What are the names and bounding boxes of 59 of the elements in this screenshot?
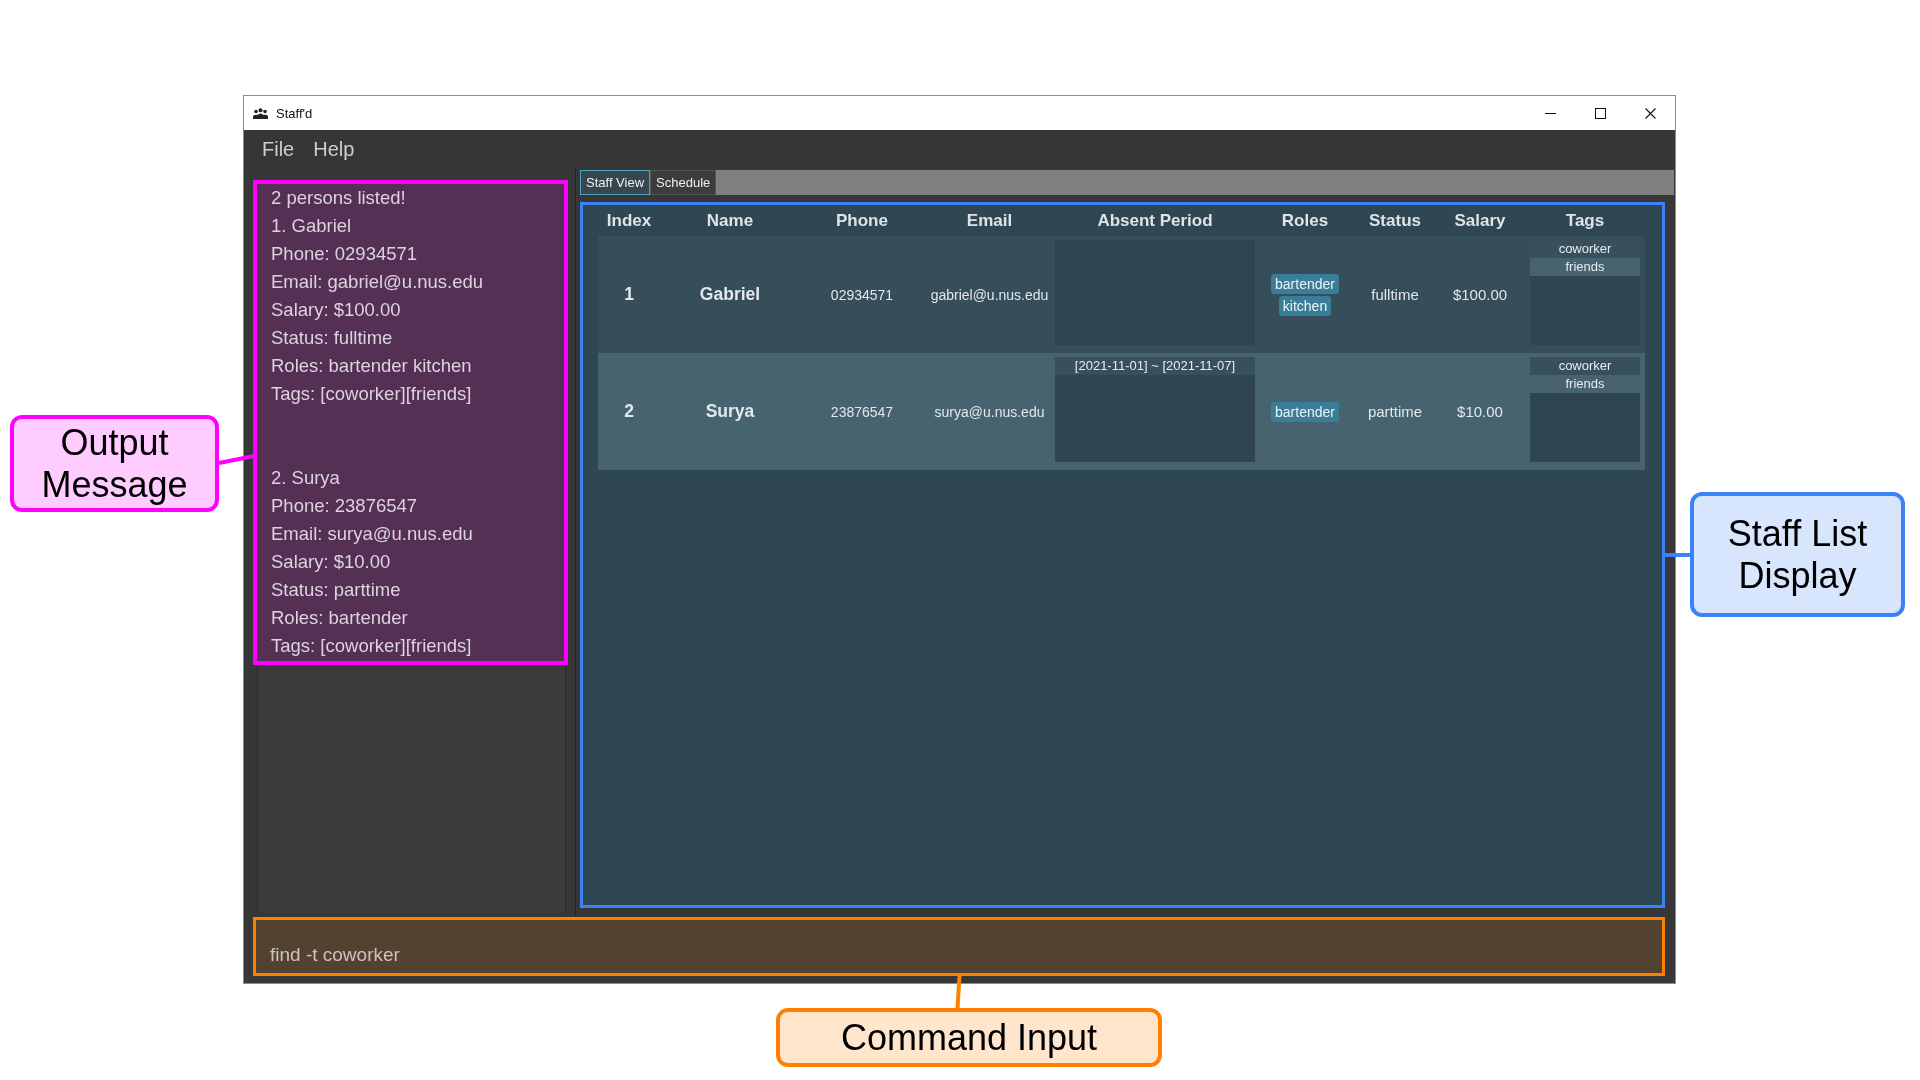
role-tag: kitchen xyxy=(1278,295,1332,316)
callout-label: Staff List Display xyxy=(1690,492,1905,617)
column-header[interactable]: Index xyxy=(606,210,652,231)
tab[interactable]: Staff View xyxy=(580,170,651,195)
message-line: 2 persons listed! xyxy=(271,186,407,210)
maximize-icon xyxy=(1594,107,1606,119)
minimize-icon xyxy=(1544,112,1556,114)
salary-cell: $10.00 xyxy=(1457,403,1503,420)
staff-row[interactable]: 1 Gabriel 02934571 gabriel@u.nus.edu bartender kitchen fulltime $100.00 coworker friends xyxy=(598,236,1645,353)
column-header[interactable]: Salary xyxy=(1454,210,1506,231)
absent-period-item[interactable]: [2021-11-01] ~ [2021-11-07] xyxy=(1055,357,1255,375)
message-line: Email: surya@u.nus.edu xyxy=(271,522,474,546)
role-tag: bartender xyxy=(1271,273,1339,294)
message-line: Roles: bartender kitchen xyxy=(271,354,473,378)
tag-item[interactable]: friends xyxy=(1530,258,1640,276)
name-cell: Surya xyxy=(705,401,755,422)
message-line: Email: gabriel@u.nus.edu xyxy=(271,270,485,294)
command-input[interactable]: find -t coworker xyxy=(253,917,1665,976)
tag-item[interactable]: coworker xyxy=(1530,357,1640,375)
status-cell: fulltime xyxy=(1371,286,1419,303)
people-icon xyxy=(253,107,268,119)
callout-label: Output Message xyxy=(10,415,219,512)
message-line: Phone: 23876547 xyxy=(271,494,419,518)
message-line: Salary: $10.00 xyxy=(271,550,392,574)
email-cell: gabriel@u.nus.edu xyxy=(930,286,1049,303)
message-line: Tags: [coworker][friends] xyxy=(271,382,473,406)
message-line: Roles: bartender xyxy=(271,606,409,630)
column-header[interactable]: Roles xyxy=(1281,210,1329,231)
phone-cell: 23876547 xyxy=(830,403,894,420)
column-header[interactable]: Name xyxy=(706,210,754,231)
status-cell: parttime xyxy=(1367,403,1423,420)
column-header[interactable]: Tags xyxy=(1565,210,1605,231)
close-icon xyxy=(1644,107,1656,119)
message-line: Phone: 02934571 xyxy=(271,242,419,266)
message-line: Tags: [coworker][friends] xyxy=(271,634,473,658)
column-header[interactable]: Status xyxy=(1369,210,1421,231)
index-cell: 1 xyxy=(624,284,634,305)
message-line: 2. Surya xyxy=(271,466,341,490)
index-cell: 2 xyxy=(624,401,634,422)
staff-row[interactable]: 2 Surya 23876547 surya@u.nus.edu [2021-11-01] ~ [2021-11-07] bartender parttime $10.00 coworker friends xyxy=(598,353,1645,470)
message-line: 1. Gabriel xyxy=(271,214,353,238)
email-cell: surya@u.nus.edu xyxy=(934,403,1045,420)
tag-item[interactable]: friends xyxy=(1530,375,1640,393)
message-line: Salary: $100.00 xyxy=(271,298,402,322)
window-title: Staff'd xyxy=(276,105,313,121)
phone-cell: 02934571 xyxy=(830,286,894,303)
column-header[interactable]: Email xyxy=(966,210,1013,231)
role-tag: bartender xyxy=(1271,401,1339,422)
tag-item[interactable]: coworker xyxy=(1530,240,1640,258)
column-header[interactable]: Absent Period xyxy=(1097,210,1213,231)
message-line: Status: parttime xyxy=(271,578,402,602)
tab[interactable]: Schedule xyxy=(650,170,717,195)
message-line: Status: fulltime xyxy=(271,326,394,350)
menu-item[interactable]: File xyxy=(254,136,303,163)
menu-item[interactable]: Help xyxy=(305,136,363,163)
column-header[interactable]: Phone xyxy=(836,210,888,231)
callout-label: Command Input xyxy=(776,1008,1162,1067)
salary-cell: $100.00 xyxy=(1452,286,1508,303)
name-cell: Gabriel xyxy=(699,284,761,305)
